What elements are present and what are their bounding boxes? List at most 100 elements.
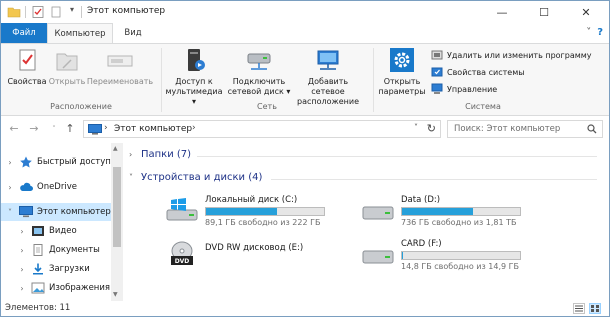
customize-toolbar-icon[interactable]: ▾ xyxy=(65,5,79,19)
collapse-ribbon-icon[interactable]: ˅ xyxy=(586,27,591,38)
nav-item-label: Документы xyxy=(49,245,100,255)
settings-gear-icon xyxy=(386,48,418,74)
close-button[interactable]: ✕ xyxy=(565,1,607,23)
manage-button[interactable]: Управление xyxy=(431,82,497,96)
scroll-up-icon[interactable]: ▲ xyxy=(113,145,118,152)
network-drive-icon xyxy=(243,48,275,74)
search-box[interactable]: Поиск: Этот компьютер xyxy=(447,120,603,138)
details-view-icon[interactable] xyxy=(573,303,585,314)
devices-section-header[interactable]: ˅ Устройства и диски (4) xyxy=(129,172,262,183)
open-settings-label: Открыть xyxy=(383,77,421,86)
nav-item-videos[interactable]: › Видео xyxy=(1,222,111,240)
network-group-label: Сеть xyxy=(257,102,277,111)
nav-item-documents[interactable]: › Документы xyxy=(1,241,111,259)
minimize-button[interactable]: — xyxy=(481,1,523,23)
ribbon-divider xyxy=(373,48,374,112)
forward-arrow-icon[interactable]: → xyxy=(27,122,41,135)
expand-chevron-icon[interactable]: › xyxy=(17,246,27,255)
manage-label: Управление xyxy=(447,84,498,94)
section-divider xyxy=(197,156,597,157)
collapse-chevron-icon[interactable]: ˅ xyxy=(129,173,141,182)
map-network-drive-button[interactable]: Подключить сетевой диск ▾ xyxy=(227,48,291,97)
address-history-icon[interactable]: ˅ xyxy=(414,123,418,132)
drive-tile-d[interactable]: Data (D:) 736 ГБ свободно из 1,81 ТБ xyxy=(361,195,561,231)
nav-item-downloads[interactable]: › Загрузки xyxy=(1,260,111,278)
drive-free-space: 736 ГБ свободно из 1,81 ТБ xyxy=(401,218,517,227)
navigation-pane: › Быстрый доступ › OneDrive ˅ Этот компь… xyxy=(1,143,123,301)
open-folder-icon xyxy=(51,48,83,74)
properties-icon xyxy=(11,48,43,74)
collapse-chevron-icon[interactable]: ˅ xyxy=(5,208,15,217)
back-arrow-icon[interactable]: ← xyxy=(7,122,21,135)
section-divider xyxy=(271,179,597,180)
add-network-location-button[interactable]: Добавить сетевое расположение xyxy=(291,48,365,107)
breadcrumb-separator[interactable]: › xyxy=(192,123,196,133)
system-properties-icon xyxy=(431,66,443,78)
drive-name: Локальный диск (C:) xyxy=(205,195,298,205)
refresh-icon[interactable]: ↻ xyxy=(427,122,436,135)
drive-name: CARD (F:) xyxy=(401,239,442,249)
network-location-icon xyxy=(312,48,344,74)
rename-button[interactable]: Переименовать xyxy=(87,48,153,87)
window-title: Этот компьютер xyxy=(87,6,166,16)
system-group-label: Система xyxy=(465,102,501,111)
pictures-folder-icon xyxy=(31,282,45,294)
svg-text:DVD: DVD xyxy=(175,258,190,265)
nav-pane-scrollbar[interactable]: ▲ ▼ xyxy=(111,143,123,301)
rename-icon xyxy=(104,48,136,74)
open-label: Открыть xyxy=(48,77,86,86)
breadcrumb-separator[interactable]: › xyxy=(104,123,108,133)
tab-file[interactable]: Файл xyxy=(1,23,47,43)
breadcrumb-this-pc[interactable]: Этот компьютер xyxy=(114,124,192,134)
search-icon[interactable] xyxy=(587,124,597,134)
new-folder-quick-icon[interactable] xyxy=(49,5,63,19)
expand-chevron-icon[interactable]: › xyxy=(5,158,15,167)
drive-tile-f[interactable]: CARD (F:) 14,8 ГБ свободно из 14,9 ГБ xyxy=(361,239,561,275)
expand-chevron-icon[interactable]: › xyxy=(17,227,27,236)
ribbon-divider xyxy=(161,48,162,112)
open-button[interactable]: Открыть xyxy=(47,48,87,87)
nav-item-label: OneDrive xyxy=(37,182,77,192)
properties-label: Свойства xyxy=(7,77,47,86)
scroll-down-icon[interactable]: ▼ xyxy=(113,291,118,298)
nav-item-quick-access[interactable]: › Быстрый доступ xyxy=(1,153,111,171)
computer-icon xyxy=(88,124,102,135)
properties-button[interactable]: Свойства xyxy=(7,48,47,87)
navigation-bar: ← → ˅ ↑ › Этот компьютер › ˅ ↻ Поиск: Эт… xyxy=(1,117,609,141)
tab-view[interactable]: Вид xyxy=(118,23,148,43)
drive-tile-e[interactable]: DVD DVD RW дисковод (E:) xyxy=(165,239,365,275)
tiles-view-icon[interactable] xyxy=(589,303,601,314)
expand-chevron-icon[interactable]: › xyxy=(17,265,27,274)
nav-item-this-pc[interactable]: ˅ Этот компьютер xyxy=(1,203,111,221)
folders-section-header[interactable]: › Папки (7) xyxy=(129,149,191,160)
uninstall-program-button[interactable]: Удалить или изменить программу xyxy=(431,48,592,62)
drive-usage-bar xyxy=(401,207,521,216)
tab-computer[interactable]: Компьютер xyxy=(47,23,113,44)
nav-item-label: Этот компьютер xyxy=(37,207,111,217)
recent-locations-icon[interactable]: ˅ xyxy=(47,125,61,133)
help-icon[interactable]: ? xyxy=(597,27,603,38)
nav-item-pictures[interactable]: › Изображения xyxy=(1,279,111,297)
properties-quick-icon[interactable] xyxy=(31,5,45,19)
documents-folder-icon xyxy=(31,244,45,256)
drive-usage-bar xyxy=(401,251,521,260)
drive-usage-fill xyxy=(402,252,404,259)
hard-drive-icon xyxy=(361,241,395,267)
system-properties-button[interactable]: Свойства системы xyxy=(431,65,525,79)
drive-free-space: 89,1 ГБ свободно из 222 ГБ xyxy=(205,218,321,227)
maximize-button[interactable]: ☐ xyxy=(523,1,565,23)
expand-chevron-icon[interactable]: › xyxy=(5,183,15,192)
ribbon-tabs: Файл Компьютер Вид ˅ ? xyxy=(1,23,609,44)
nav-item-onedrive[interactable]: › OneDrive xyxy=(1,178,111,196)
up-arrow-icon[interactable]: ↑ xyxy=(63,122,77,135)
expand-chevron-icon[interactable]: › xyxy=(129,150,141,159)
drive-usage-fill xyxy=(206,208,277,215)
section-title: Устройства и диски (4) xyxy=(141,172,263,183)
hard-drive-icon xyxy=(361,197,395,223)
address-bar[interactable]: › Этот компьютер › ˅ ↻ xyxy=(83,120,441,138)
open-settings-button[interactable]: Открыть параметры xyxy=(377,48,427,97)
drive-tile-c[interactable]: Локальный диск (C:) 89,1 ГБ свободно из … xyxy=(165,195,365,231)
media-access-button[interactable]: Доступ к мультимедиа ▾ xyxy=(163,48,225,107)
scrollbar-thumb[interactable] xyxy=(113,167,121,247)
expand-chevron-icon[interactable]: › xyxy=(17,284,27,293)
